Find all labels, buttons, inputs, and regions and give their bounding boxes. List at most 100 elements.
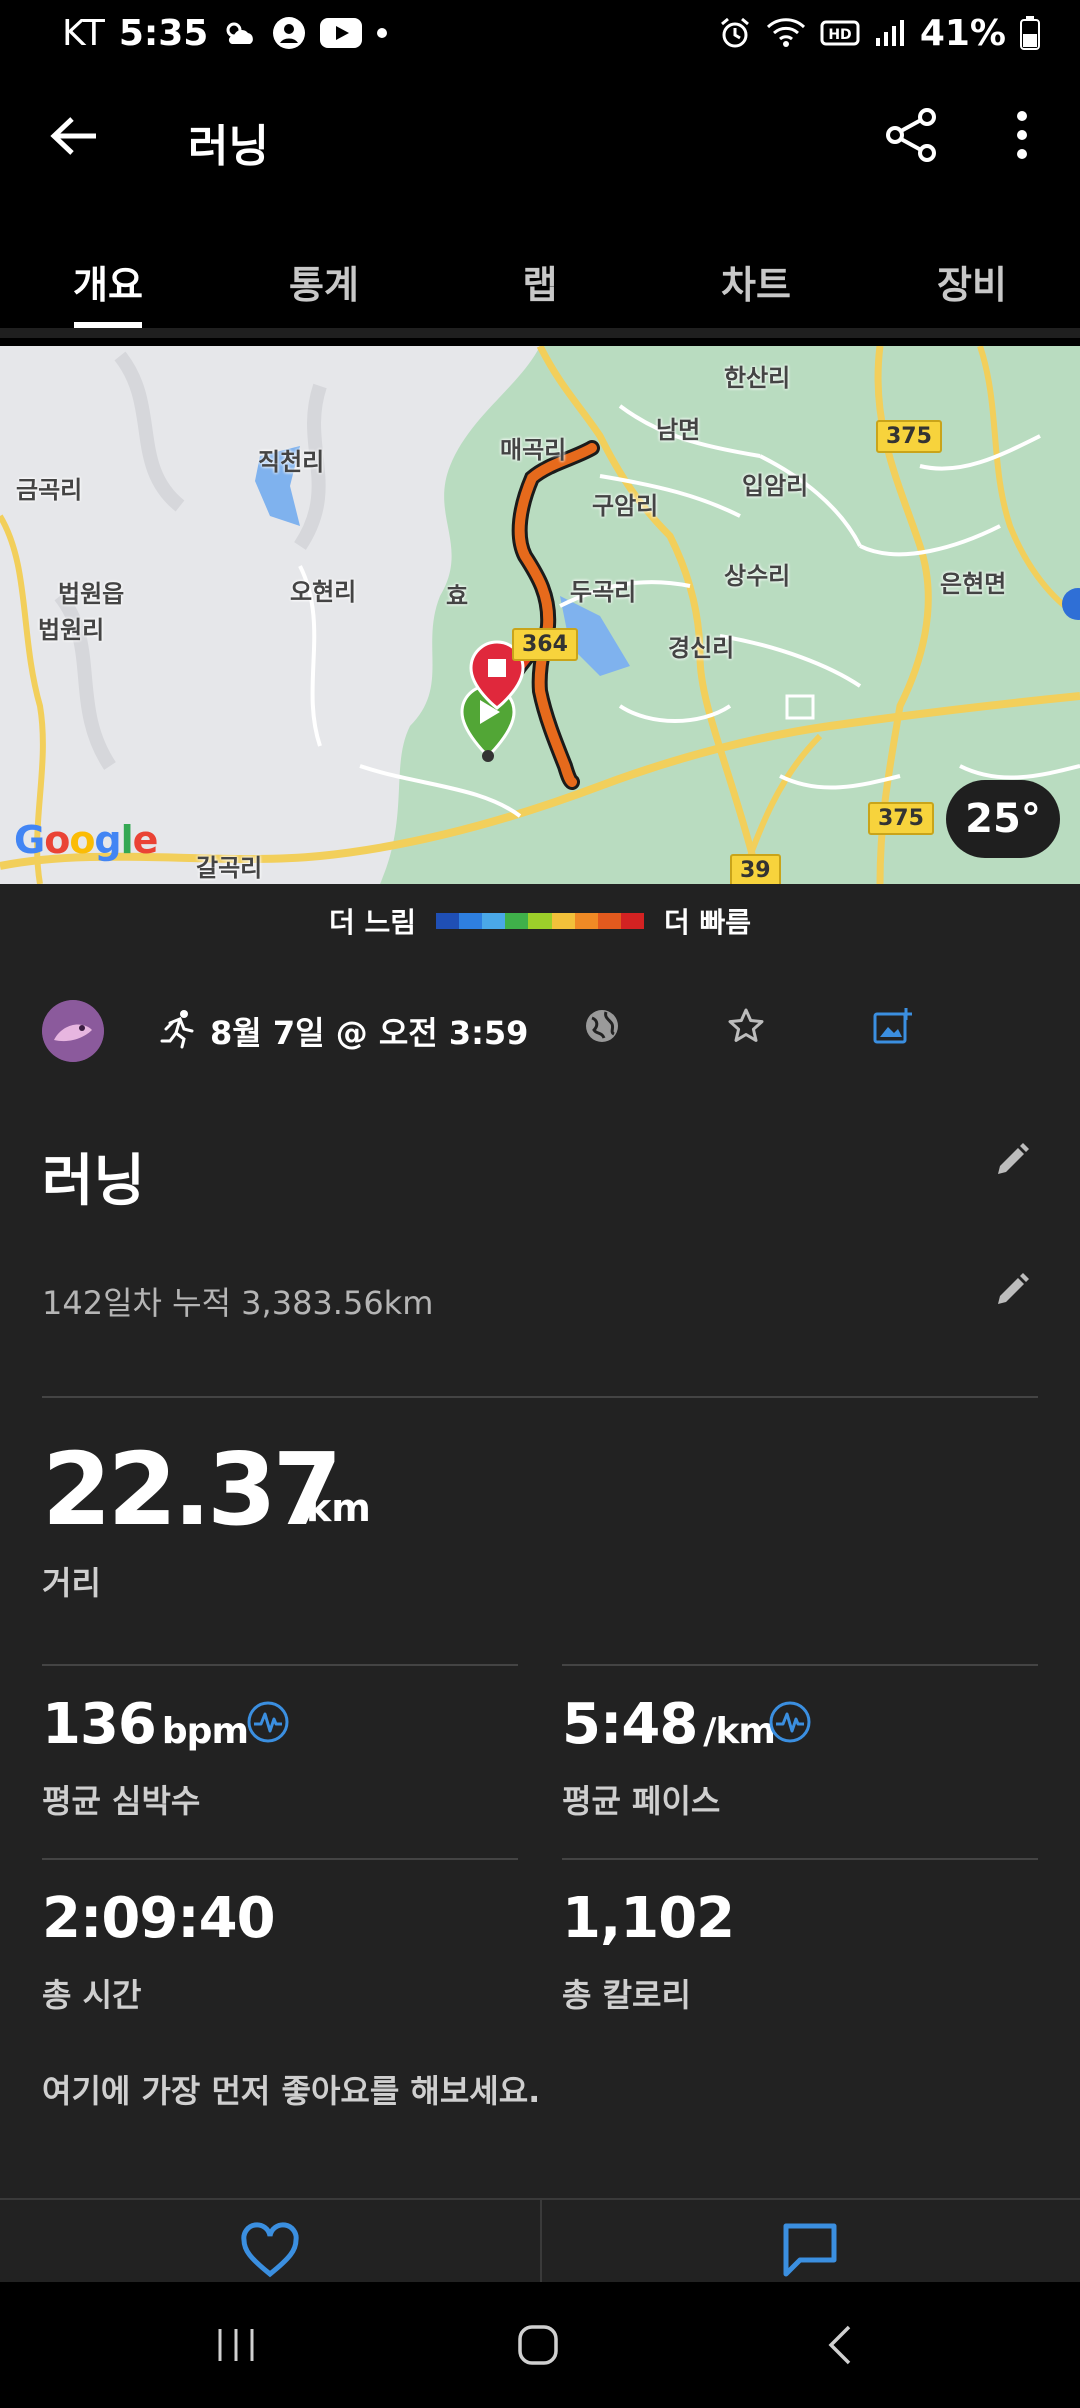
- home-button[interactable]: [498, 2312, 578, 2378]
- heart-rate-unit: bpm: [161, 1711, 249, 1752]
- nav-back-button[interactable]: [800, 2312, 880, 2378]
- stat-divider: [42, 1858, 518, 1860]
- status-bar: KT 5:35 HD 41%: [0, 0, 1080, 66]
- home-icon: [518, 2325, 558, 2365]
- page-title: 러닝: [188, 121, 269, 172]
- more-vertical-icon: [1017, 111, 1027, 159]
- calories-value: 1,102: [562, 1886, 735, 1951]
- road-sign-375-top: 375: [876, 420, 942, 453]
- pace-gradient-bar: [436, 913, 644, 929]
- privacy-globe-icon[interactable]: [582, 1006, 622, 1050]
- google-logo: Google: [14, 818, 158, 862]
- account-icon: [272, 16, 306, 50]
- cumulative-summary: 142일차 누적 3,383.56km: [42, 1284, 434, 1322]
- legend-swatch: [620, 913, 644, 929]
- like-button[interactable]: [240, 2220, 300, 2284]
- calories-label: 총 칼로리: [562, 1976, 691, 2014]
- map-label-hyo: 효: [446, 582, 469, 610]
- tab-stats[interactable]: 통계: [216, 206, 432, 328]
- comment-button[interactable]: [780, 2220, 840, 2284]
- activity-summary: 8월 7일 @ 오전 3:59 러닝 142일차 누적 3,383.56km 2…: [0, 958, 1080, 2284]
- carrier-label: KT: [62, 12, 105, 54]
- system-nav-bar: [0, 2282, 1080, 2408]
- star-icon[interactable]: [726, 1006, 766, 1050]
- map-label-gyeongsinri: 경신리: [668, 634, 735, 662]
- battery-icon: [1020, 16, 1040, 50]
- map-label-hansanri: 한산리: [724, 364, 791, 392]
- activity-date: 8월 7일 @ 오전 3:59: [210, 1014, 529, 1052]
- wifi-icon: [766, 17, 806, 49]
- distance-value: 22.37: [42, 1431, 342, 1548]
- arrow-left-icon: [50, 117, 96, 155]
- social-action-bar: [0, 2198, 1080, 2284]
- tab-laps[interactable]: 랩: [432, 206, 648, 328]
- tab-gear[interactable]: 장비: [864, 206, 1080, 328]
- more-options-button[interactable]: [1000, 102, 1044, 168]
- signal-icon: [874, 18, 906, 48]
- comment-icon: [783, 2223, 837, 2277]
- map-label-geumgokri: 금곡리: [16, 476, 83, 504]
- map-label-ipamri: 입암리: [742, 472, 809, 500]
- section-divider: [42, 1396, 1038, 1398]
- chevron-left-icon: [828, 2325, 851, 2365]
- map-label-namyeon: 남면: [656, 416, 701, 444]
- avatar[interactable]: [42, 1000, 104, 1062]
- alarm-icon: [718, 16, 752, 50]
- map-label-beobwoneup: 법원읍: [58, 580, 125, 608]
- total-time-value: 2:09:40: [42, 1886, 276, 1951]
- map-label-galgokri: 갈곡리: [196, 854, 263, 882]
- legend-swatch: [528, 913, 552, 929]
- legend-swatch: [597, 913, 621, 929]
- clock: 5:35: [118, 12, 209, 54]
- pace-legend: 더 느림 더 빠름: [0, 884, 1080, 958]
- share-icon: [886, 108, 936, 162]
- edit-title-icon[interactable]: [992, 1140, 1032, 1184]
- pace-chart-icon[interactable]: [768, 1700, 812, 1748]
- distance-unit: km: [306, 1486, 371, 1530]
- legend-swatch: [459, 913, 483, 929]
- temperature-badge: 25°: [946, 780, 1060, 858]
- app-bar: 러닝: [0, 66, 1080, 206]
- back-button[interactable]: [44, 106, 104, 166]
- road-sign-364: 364: [512, 628, 578, 661]
- map-label-guamri: 구암리: [592, 492, 659, 520]
- heart-rate-value: 136 bpm: [42, 1692, 249, 1757]
- edit-description-icon[interactable]: [992, 1270, 1032, 1314]
- stat-divider: [42, 1664, 518, 1666]
- pace-value: 5:48/km: [562, 1692, 776, 1757]
- map-label-jikcheonri: 직천리: [258, 448, 325, 476]
- legend-slower-label: 더 느림: [328, 906, 416, 939]
- activity-meta-row: 8월 7일 @ 오전 3:59: [42, 998, 1038, 1064]
- legend-swatch: [574, 913, 598, 929]
- like-prompt: 여기에 가장 먼저 좋아요를 해보세요.: [42, 2072, 541, 2110]
- legend-swatch: [436, 913, 460, 929]
- map-label-dugokri: 두곡리: [570, 578, 637, 606]
- legend-swatch: [482, 913, 506, 929]
- battery-percent: 41%: [919, 12, 1006, 54]
- road-sign-39: 39: [730, 854, 781, 884]
- tab-charts[interactable]: 차트: [648, 206, 864, 328]
- road-sign-375-bottom: 375: [868, 802, 934, 835]
- svg-text:HD: HD: [828, 27, 851, 43]
- weather-icon: [222, 18, 258, 48]
- recent-apps-icon: [218, 2329, 254, 2361]
- notification-dot-icon: [376, 27, 388, 39]
- tab-bar: 개요 통계 랩 차트 장비: [0, 206, 1080, 338]
- map-label-ohyeonri: 오현리: [290, 578, 357, 606]
- activity-title: 러닝: [42, 1149, 146, 1214]
- total-time-label: 총 시간: [42, 1976, 142, 2014]
- running-icon: [160, 1009, 196, 1053]
- add-photo-icon[interactable]: [872, 1006, 914, 1050]
- tab-overview[interactable]: 개요: [0, 206, 216, 328]
- map-label-maegokri: 매곡리: [500, 436, 567, 464]
- legend-faster-label: 더 빠름: [664, 906, 752, 939]
- heart-icon: [241, 2222, 299, 2278]
- stat-divider: [562, 1858, 1038, 1860]
- map-label-beobwonri: 법원리: [38, 616, 105, 644]
- share-button[interactable]: [878, 102, 944, 168]
- heart-rate-chart-icon[interactable]: [246, 1700, 290, 1748]
- recent-apps-button[interactable]: [196, 2312, 276, 2378]
- route-map[interactable]: 한산리 남면 매곡리 직천리 금곡리 입암리 구암리 상수리 은현면 두곡리 법…: [0, 346, 1080, 884]
- action-divider: [540, 2200, 542, 2284]
- legend-swatch: [505, 913, 529, 929]
